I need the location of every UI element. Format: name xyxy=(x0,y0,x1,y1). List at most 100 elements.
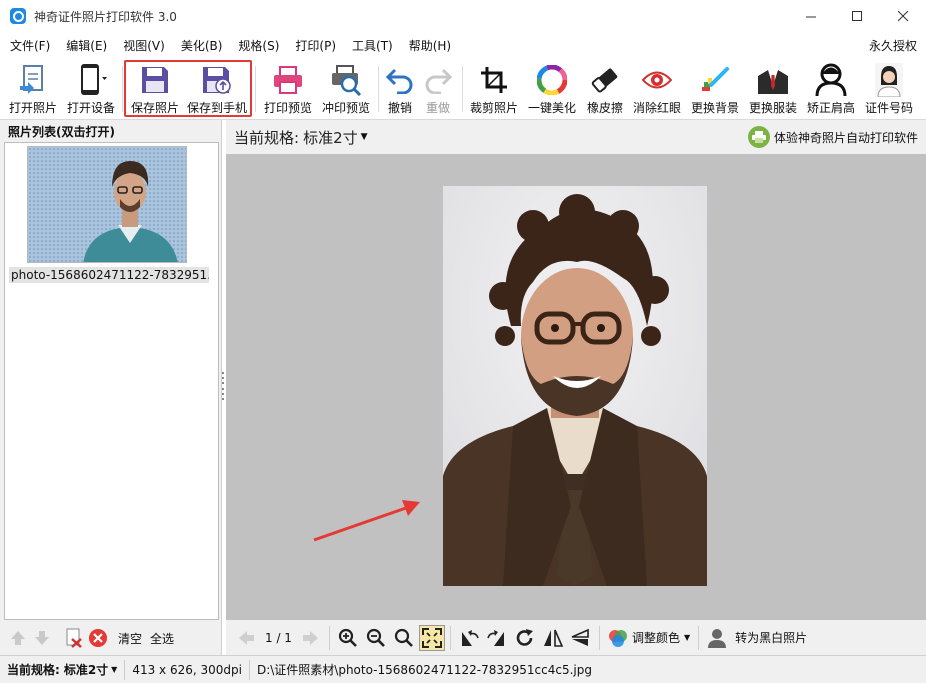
menu-view[interactable]: 视图(V) xyxy=(115,32,173,58)
printer-promo-icon xyxy=(747,126,770,148)
portrait-image xyxy=(443,186,707,586)
spec-header: 当前规格: 标准2寸 ▼ 体验神奇照片自动打印软件 xyxy=(226,120,926,154)
promo-link[interactable]: 体验神奇照片自动打印软件 xyxy=(747,126,918,148)
menu-file[interactable]: 文件(F) xyxy=(0,32,58,58)
license-link[interactable]: 永久授权 xyxy=(869,32,917,58)
suit-icon xyxy=(758,70,788,94)
status-bar: 当前规格: 标准2寸 ▼ 413 x 626, 300dpi D:\证件照素材\… xyxy=(0,655,926,683)
change-clothes-label: 更换服装 xyxy=(748,101,797,115)
menu-bar: 文件(F) 编辑(E) 视图(V) 美化(B) 规格(S) 打印(P) 工具(T… xyxy=(0,32,926,58)
app-logo-icon xyxy=(10,8,26,24)
view-toolbar: 1 / 1 调整颜色 ▼ 转为黑白照片 xyxy=(226,620,926,655)
status-spec-value: 标准2寸 xyxy=(63,663,109,677)
photo-canvas[interactable] xyxy=(226,154,926,620)
eraser-button[interactable]: 橡皮擦 xyxy=(582,58,628,118)
photo-list[interactable]: photo-1568602471122-7832951... xyxy=(4,142,219,620)
magnifier-icon xyxy=(394,628,413,647)
crop-icon xyxy=(481,67,507,93)
save-icon xyxy=(142,67,168,93)
maximize-button[interactable] xyxy=(834,0,880,32)
spec-dropdown[interactable]: 标准2寸 xyxy=(303,127,358,148)
photo-thumbnail[interactable] xyxy=(27,146,187,263)
close-icon xyxy=(897,10,908,21)
fit-window-button[interactable] xyxy=(418,624,445,651)
flip-vertical-button[interactable] xyxy=(568,625,594,651)
photo-filename[interactable]: photo-1568602471122-7832951... xyxy=(9,267,209,283)
undo-button[interactable]: 撤销 xyxy=(381,58,419,118)
clear-button[interactable]: 清空 xyxy=(118,630,142,647)
minimize-button[interactable] xyxy=(788,0,834,32)
id-photo[interactable] xyxy=(443,186,707,586)
menu-tools[interactable]: 工具(T) xyxy=(344,32,401,58)
flip-horizontal-button[interactable] xyxy=(540,625,566,651)
rotate-right-icon xyxy=(487,629,504,646)
rotate-left-button[interactable] xyxy=(456,625,482,651)
move-down-button[interactable] xyxy=(30,626,54,650)
id-photo-icon xyxy=(875,63,903,97)
status-spec[interactable]: 当前规格: 标准2寸 ▼ xyxy=(0,659,126,680)
adjust-color-icon-button[interactable] xyxy=(605,625,631,651)
printer-icon xyxy=(274,66,302,94)
correct-shoulder-button[interactable]: 矫正肩高 xyxy=(803,58,859,118)
save-to-phone-button[interactable]: 保存到手机 xyxy=(186,58,248,118)
remove-button[interactable] xyxy=(86,626,110,650)
print-preview-label: 打印预览 xyxy=(263,101,312,115)
open-device-button[interactable]: 打开设备 xyxy=(63,58,119,118)
move-up-button[interactable] xyxy=(6,626,30,650)
person-silhouette-icon xyxy=(708,628,727,648)
open-photo-button[interactable]: 打开照片 xyxy=(5,58,61,118)
select-all-button[interactable]: 全选 xyxy=(150,630,174,647)
adjust-color-button[interactable]: 调整颜色 xyxy=(632,629,680,646)
photo-list-panel: 照片列表(双击打开) photo-1568602471122-7832951..… xyxy=(0,120,222,655)
prev-page-button[interactable] xyxy=(233,625,259,651)
refresh-icon xyxy=(516,628,533,646)
undo-icon xyxy=(385,68,413,94)
open-photo-icon xyxy=(20,65,43,94)
correct-shoulder-label: 矫正肩高 xyxy=(806,101,855,115)
menu-edit[interactable]: 编辑(E) xyxy=(58,32,115,58)
next-page-button[interactable] xyxy=(298,625,324,651)
delete-file-button[interactable] xyxy=(62,626,86,650)
crop-photo-button[interactable]: 裁剪照片 xyxy=(466,58,522,118)
develop-preview-button[interactable]: 冲印预览 xyxy=(318,58,374,118)
save-photo-label: 保存照片 xyxy=(130,101,179,115)
menu-beautify[interactable]: 美化(B) xyxy=(173,32,231,58)
main-area: 当前规格: 标准2寸 ▼ 体验神奇照片自动打印软件 1 / 1 调整颜色 ▼ 转… xyxy=(226,120,926,655)
menu-print[interactable]: 打印(P) xyxy=(287,32,344,58)
redo-button[interactable]: 重做 xyxy=(419,58,457,118)
id-number-button[interactable]: 证件号码 xyxy=(861,58,917,118)
convert-bw-button[interactable]: 转为黑白照片 xyxy=(735,629,807,646)
change-clothes-button[interactable]: 更换服装 xyxy=(745,58,801,118)
develop-preview-label: 冲印预览 xyxy=(321,101,370,115)
change-background-icon xyxy=(702,67,729,91)
maximize-icon xyxy=(851,10,862,21)
zoom-in-button[interactable] xyxy=(335,625,361,651)
fit-screen-icon xyxy=(421,627,442,648)
window-title: 神奇证件照片打印软件 3.0 xyxy=(34,9,177,24)
undo-label: 撤销 xyxy=(387,101,412,115)
zoom-out-icon xyxy=(366,628,385,647)
zoom-actual-button[interactable] xyxy=(391,625,417,651)
change-background-button[interactable]: 更换背景 xyxy=(687,58,743,118)
red-eye-icon xyxy=(642,71,672,89)
rotate-right-button[interactable] xyxy=(484,625,510,651)
page-indicator: 1 / 1 xyxy=(265,630,292,645)
zoom-out-button[interactable] xyxy=(363,625,389,651)
refresh-button[interactable] xyxy=(512,625,538,651)
beautify-button[interactable]: 一键美化 xyxy=(524,58,580,118)
adjust-color-chevron-icon: ▼ xyxy=(683,633,691,642)
menu-spec[interactable]: 规格(S) xyxy=(230,32,287,58)
save-photo-button[interactable]: 保存照片 xyxy=(127,58,183,118)
menu-help[interactable]: 帮助(H) xyxy=(401,32,459,58)
grayscale-icon-button[interactable] xyxy=(704,625,730,651)
save-to-phone-icon xyxy=(203,67,231,94)
eraser-icon xyxy=(591,68,618,93)
color-wheel-icon xyxy=(537,65,567,95)
print-preview-button[interactable]: 打印预览 xyxy=(260,58,316,118)
rgb-circles-icon xyxy=(608,629,627,647)
flip-vertical-icon xyxy=(571,628,589,646)
red-eye-button[interactable]: 消除红眼 xyxy=(630,58,684,118)
phone-device-icon xyxy=(81,64,107,95)
close-button[interactable] xyxy=(880,0,926,32)
panel-splitter[interactable] xyxy=(221,372,225,400)
